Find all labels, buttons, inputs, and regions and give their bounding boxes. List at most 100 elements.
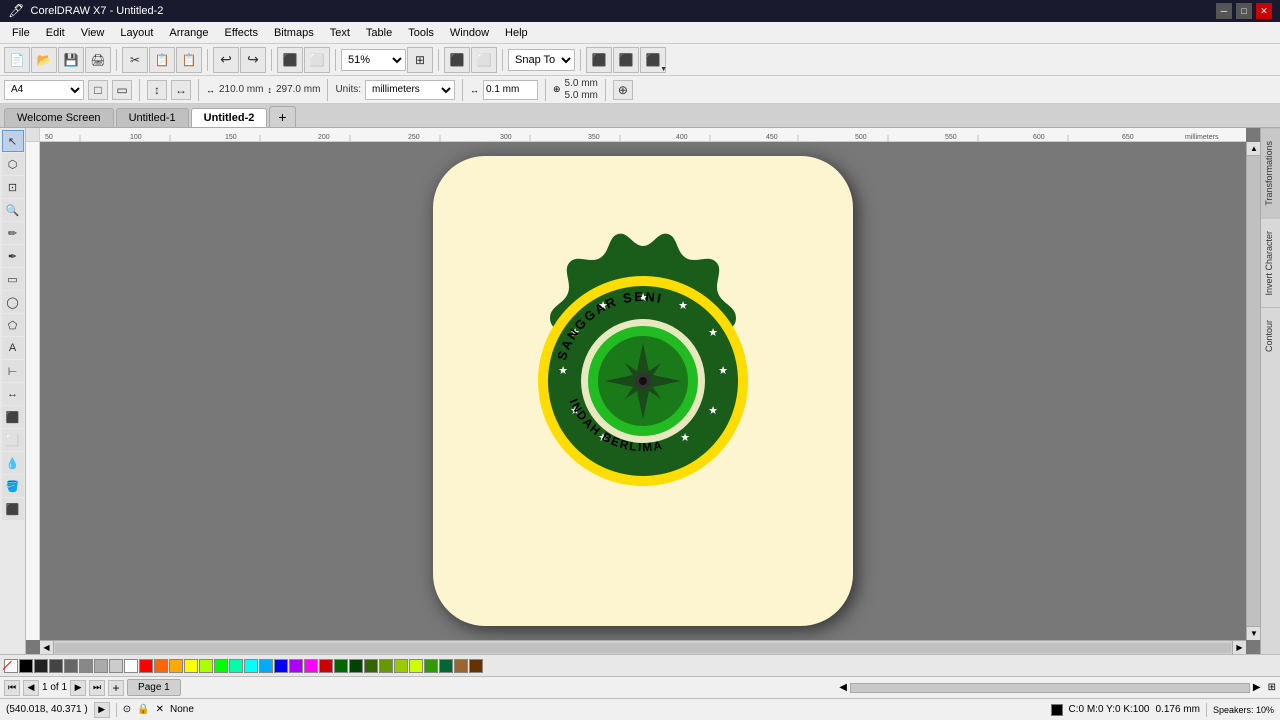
scroll-up-btn[interactable]: ▲ xyxy=(1247,142,1260,156)
menu-help[interactable]: Help xyxy=(497,25,536,41)
swatch-brown2[interactable] xyxy=(469,659,483,673)
tab-welcome[interactable]: Welcome Screen xyxy=(4,108,114,127)
view1-button[interactable]: ⬛ xyxy=(444,47,470,73)
swatch-brown1[interactable] xyxy=(454,659,468,673)
swatch-white[interactable] xyxy=(124,659,138,673)
shape-tool[interactable]: ⬡ xyxy=(2,153,24,175)
swatch-orange[interactable] xyxy=(154,659,168,673)
fit-page-button[interactable]: ⊞ xyxy=(407,47,433,73)
page-tab[interactable]: Page 1 xyxy=(127,679,181,696)
swatch-yellow[interactable] xyxy=(184,659,198,673)
scroll-left-btn[interactable]: ◀ xyxy=(40,641,54,655)
swatch-amber[interactable] xyxy=(169,659,183,673)
parallel-dim[interactable]: ⊢ xyxy=(2,360,24,382)
page-last-btn[interactable]: ⏭ xyxy=(89,680,105,696)
menu-bitmaps[interactable]: Bitmaps xyxy=(266,25,322,41)
smart-fill[interactable]: ⬛ xyxy=(2,498,24,520)
swatch-green2[interactable] xyxy=(424,659,438,673)
page-first-btn[interactable]: ⏮ xyxy=(4,680,20,696)
scroll-down-btn[interactable]: ▼ xyxy=(1247,626,1260,640)
align2-button[interactable]: ⬛▼ xyxy=(640,47,666,73)
swatch-yellow-green[interactable] xyxy=(199,659,213,673)
page-options-button[interactable]: ⊕ xyxy=(613,80,633,100)
swatch-red[interactable] xyxy=(139,659,153,673)
import-button[interactable]: ⬛ xyxy=(277,47,303,73)
swatch-lime2[interactable] xyxy=(409,659,423,673)
swatch-green1[interactable] xyxy=(214,659,228,673)
swatch-dark-red[interactable] xyxy=(319,659,333,673)
menu-view[interactable]: View xyxy=(73,25,113,41)
tab-untitled2[interactable]: Untitled-2 xyxy=(191,108,268,127)
swatch-olive1[interactable] xyxy=(364,659,378,673)
page-settings1[interactable]: ↕ xyxy=(147,80,167,100)
right-tab-transformations[interactable]: Transformations xyxy=(1261,128,1280,218)
page-add-btn[interactable]: + xyxy=(108,680,124,696)
ellipse-tool[interactable]: ◯ xyxy=(2,291,24,313)
paste-button[interactable]: 📋 xyxy=(176,47,202,73)
swatch-teal2[interactable] xyxy=(439,659,453,673)
drop-shadow[interactable]: ⬛ xyxy=(2,406,24,428)
transparency-tool[interactable]: ⬜ xyxy=(2,429,24,451)
menu-tools[interactable]: Tools xyxy=(400,25,442,41)
menu-text[interactable]: Text xyxy=(322,25,358,41)
menu-file[interactable]: File xyxy=(4,25,38,41)
menu-edit[interactable]: Edit xyxy=(38,25,73,41)
redo-button[interactable]: ↪ xyxy=(240,47,266,73)
close-button[interactable]: ✕ xyxy=(1256,3,1272,19)
menu-layout[interactable]: Layout xyxy=(112,25,161,41)
page-settings2[interactable]: ↔ xyxy=(171,80,191,100)
export-button[interactable]: ⬜ xyxy=(304,47,330,73)
view2-button[interactable]: ⬜ xyxy=(471,47,497,73)
select-tool[interactable]: ↖ xyxy=(2,130,24,152)
minimize-button[interactable]: ─ xyxy=(1216,3,1232,19)
zoom-select[interactable]: 51% 25% 50% 75% 100% xyxy=(341,49,406,71)
page-prev-btn[interactable]: ◀ xyxy=(23,680,39,696)
no-fill-swatch[interactable] xyxy=(4,659,18,673)
tab-add-button[interactable]: + xyxy=(269,106,295,127)
swatch-dark3[interactable] xyxy=(64,659,78,673)
swatch-olive2[interactable] xyxy=(379,659,393,673)
menu-table[interactable]: Table xyxy=(358,25,400,41)
undo-button[interactable]: ↩ xyxy=(213,47,239,73)
h-scroll-left[interactable]: ◀ xyxy=(839,682,847,693)
swatch-magenta[interactable] xyxy=(304,659,318,673)
swatch-purple[interactable] xyxy=(289,659,303,673)
swatch-gray2[interactable] xyxy=(94,659,108,673)
swatch-dark1[interactable] xyxy=(34,659,48,673)
eyedropper[interactable]: 💧 xyxy=(2,452,24,474)
coords-btn[interactable]: ▶ xyxy=(94,702,110,718)
menu-effects[interactable]: Effects xyxy=(217,25,266,41)
text-tool[interactable]: A xyxy=(2,337,24,359)
connector-tool[interactable]: ↔ xyxy=(2,383,24,405)
swatch-dark2[interactable] xyxy=(49,659,63,673)
portrait-button[interactable]: □ xyxy=(88,80,108,100)
landscape-button[interactable]: ▭ xyxy=(112,80,132,100)
cut-button[interactable]: ✂ xyxy=(122,47,148,73)
distribute-button[interactable]: ⬛ xyxy=(613,47,639,73)
maximize-button[interactable]: □ xyxy=(1236,3,1252,19)
vertical-scrollbar[interactable]: ▲ ▼ xyxy=(1246,142,1260,640)
right-tab-contour[interactable]: Contour xyxy=(1261,307,1280,364)
fill-tool[interactable]: 🪣 xyxy=(2,475,24,497)
horizontal-scrollbar[interactable]: ◀ ▶ xyxy=(40,640,1246,654)
swatch-cyan[interactable] xyxy=(244,659,258,673)
tab-untitled1[interactable]: Untitled-1 xyxy=(116,108,189,127)
open-button[interactable]: 📂 xyxy=(31,47,57,73)
swatch-blue[interactable] xyxy=(274,659,288,673)
menu-arrange[interactable]: Arrange xyxy=(161,25,216,41)
swatch-teal1[interactable] xyxy=(229,659,243,673)
menu-window[interactable]: Window xyxy=(442,25,497,41)
print-button[interactable]: 🖨 xyxy=(85,47,111,73)
units-select[interactable]: millimeters xyxy=(365,80,455,100)
swatch-gray1[interactable] xyxy=(79,659,93,673)
align-button[interactable]: ⬛ xyxy=(586,47,612,73)
swatch-forest[interactable] xyxy=(349,659,363,673)
copy-button[interactable]: 📋 xyxy=(149,47,175,73)
scroll-right-btn[interactable]: ▶ xyxy=(1232,641,1246,655)
swatch-dark-green1[interactable] xyxy=(334,659,348,673)
swatch-lime1[interactable] xyxy=(394,659,408,673)
right-tab-invert-character[interactable]: Invert Character xyxy=(1261,218,1280,308)
new-button[interactable]: 📄 xyxy=(4,47,30,73)
zoom-tool[interactable]: 🔍 xyxy=(2,199,24,221)
swatch-gray3[interactable] xyxy=(109,659,123,673)
